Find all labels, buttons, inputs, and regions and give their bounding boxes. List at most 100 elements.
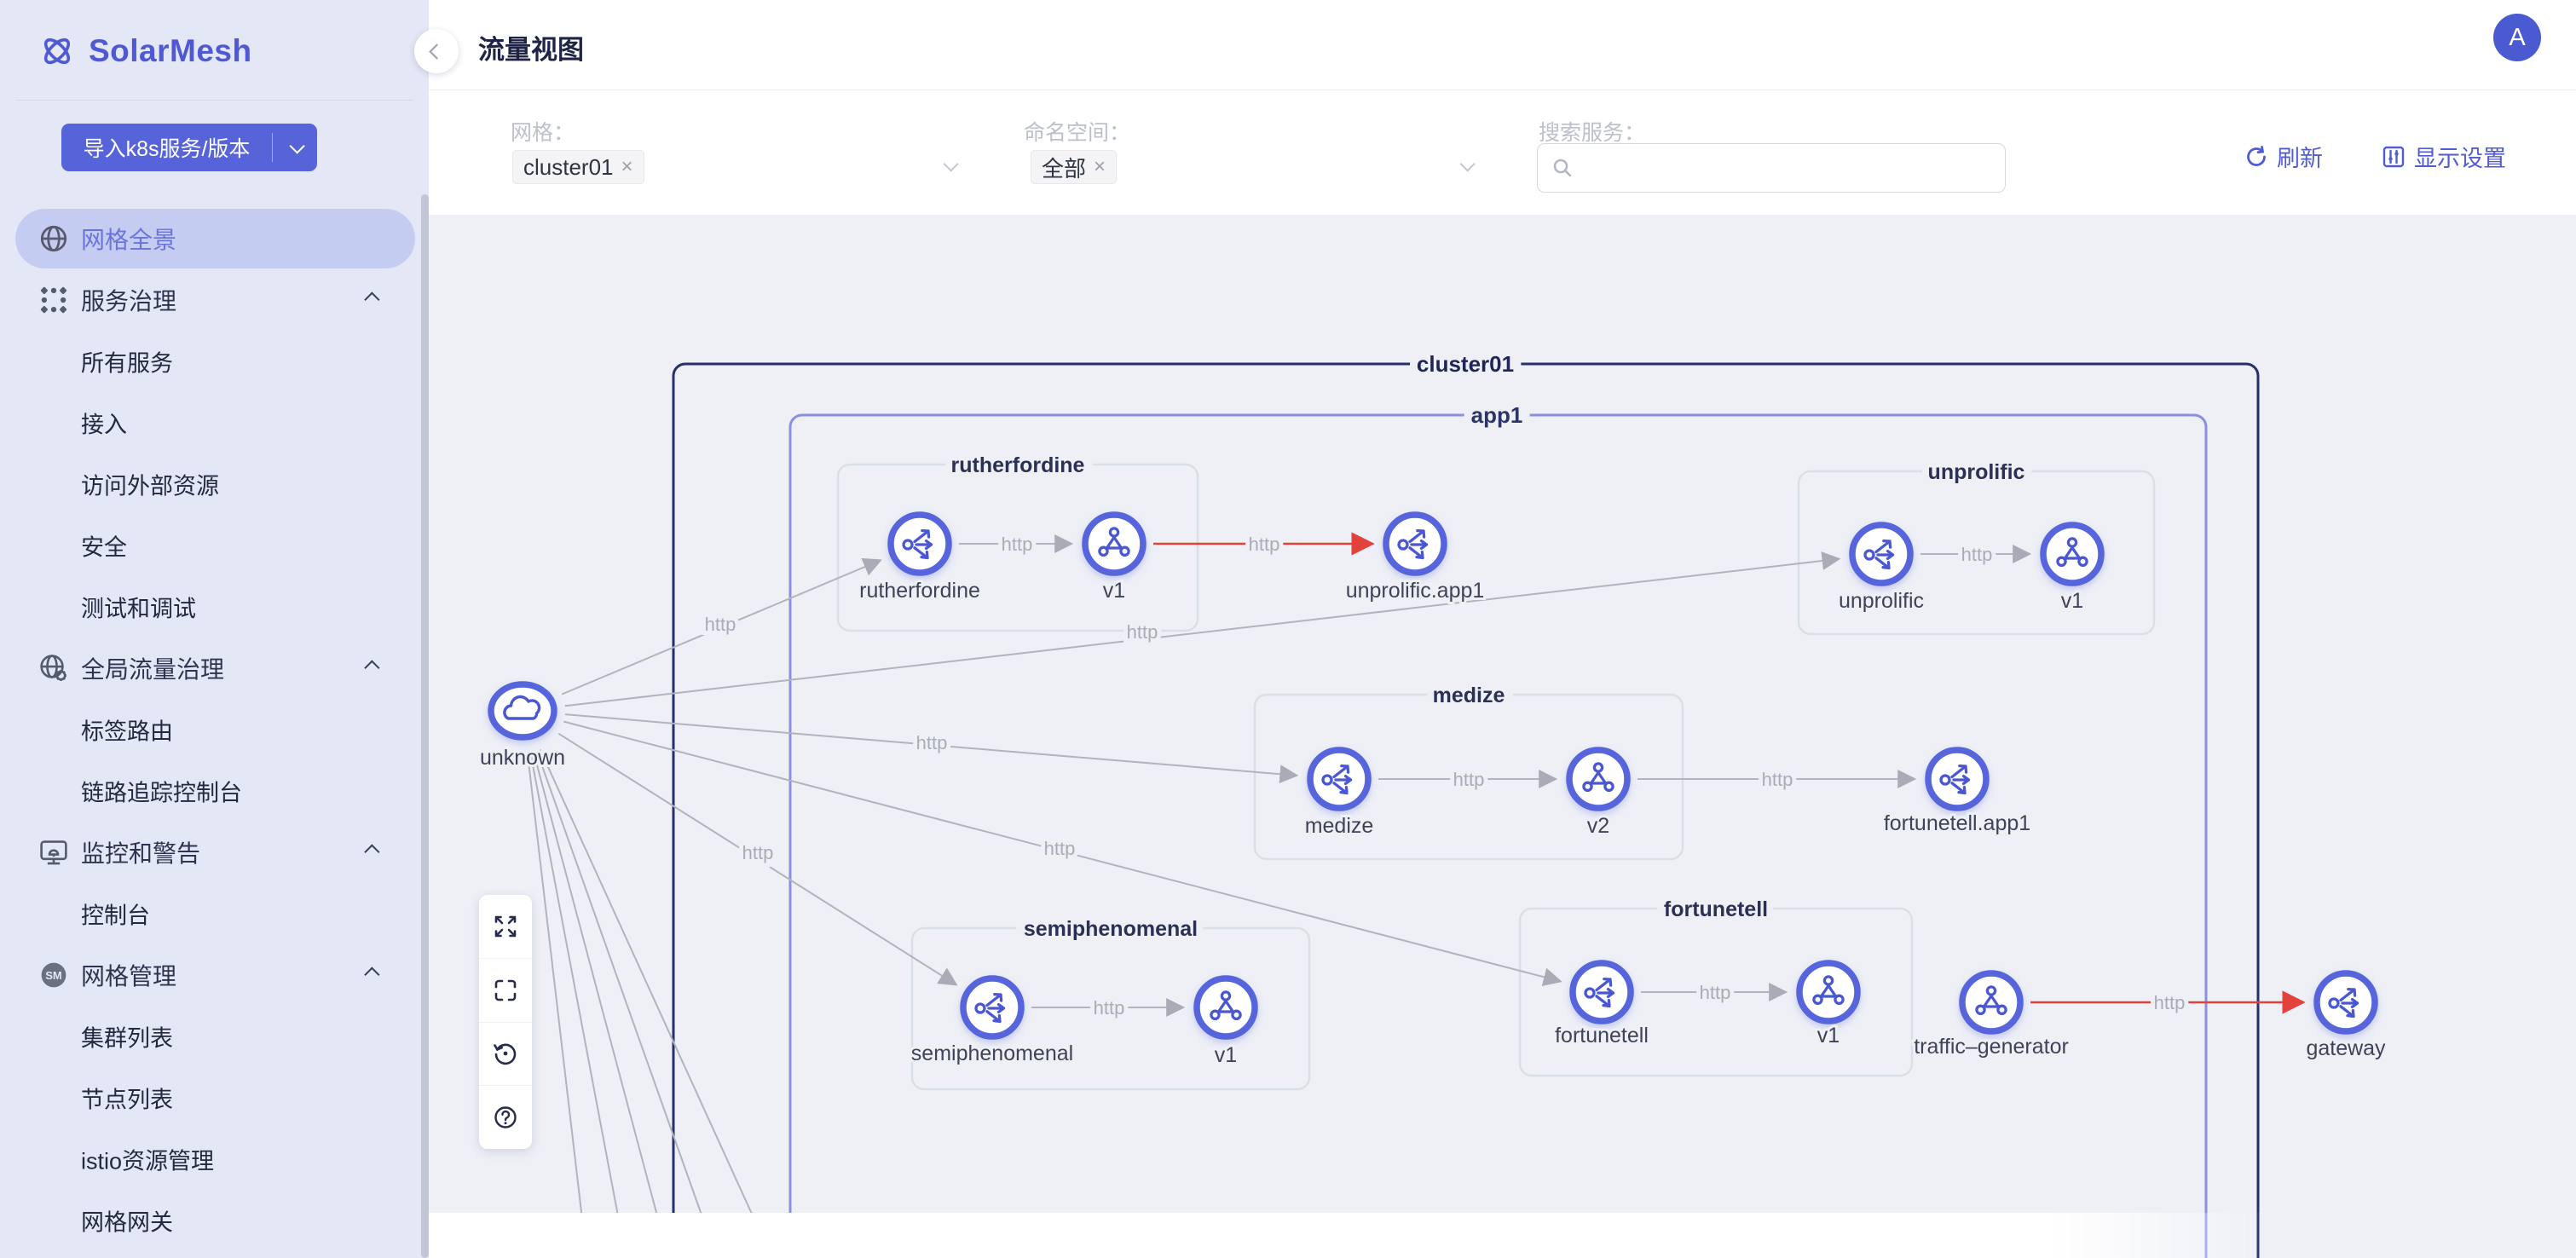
- edge-protocol-label: http: [1762, 769, 1793, 790]
- graph-node-unprolific-app1[interactable]: [1386, 515, 1444, 573]
- graph-node-rutherfordine-svc[interactable]: [891, 515, 949, 573]
- graph-node-gateway[interactable]: [2317, 973, 2375, 1031]
- sidebar-item-全局流量治理[interactable]: 全局流量治理: [0, 638, 429, 699]
- sidebar-item-label: 集群列表: [81, 1020, 173, 1053]
- help-icon: [492, 1104, 519, 1131]
- namespace-select-chevron-icon[interactable]: [1460, 160, 1471, 176]
- expand-button[interactable]: [479, 895, 532, 958]
- graph-node-fortunetell-v1[interactable]: [1799, 963, 1857, 1021]
- sidebar-item-label: 安全: [81, 529, 127, 563]
- group-label-medize: medize: [1433, 684, 1505, 707]
- edge-protocol-label: http: [1700, 982, 1731, 1003]
- graph-edge[interactable]: [534, 752, 672, 1258]
- chevron-up-icon[interactable]: [368, 661, 379, 676]
- graph-node-fortunetell-svc[interactable]: [1573, 963, 1631, 1021]
- sidebar-item-label: 链路追踪控制台: [81, 775, 242, 808]
- graph-node-medize-svc[interactable]: [1310, 750, 1368, 808]
- edge-protocol-label: http: [2154, 992, 2186, 1013]
- mesh-filter-value: cluster01: [523, 154, 614, 181]
- edge-protocol-label: http: [1453, 769, 1485, 790]
- node-label-fortunetell-svc: fortunetell: [1555, 1024, 1649, 1047]
- graph-node-medize-v2[interactable]: [1569, 750, 1627, 808]
- node-label-medize-v2: v2: [1587, 814, 1609, 838]
- graph-node-unprolific-v1[interactable]: [2043, 525, 2101, 583]
- graph-node-unprolific-svc[interactable]: [1852, 525, 1910, 583]
- sidebar-item-label: 所有服务: [81, 345, 173, 378]
- sidebar-item-标签路由[interactable]: 标签路由: [0, 699, 429, 760]
- sidebar-item-链路追踪控制台[interactable]: 链路追踪控制台: [0, 760, 429, 822]
- sidebar-item-label: 测试和调试: [81, 591, 196, 624]
- traffic-graph[interactable]: httphttphttphttphttphttphttphttphttphttp…: [429, 215, 2576, 1258]
- help-button[interactable]: [479, 1085, 532, 1149]
- sidebar-item-网格全景[interactable]: 网格全景: [0, 208, 429, 269]
- avatar[interactable]: A: [2493, 14, 2541, 61]
- sidebar-item-label: 监控和警告: [81, 835, 200, 869]
- refresh-button[interactable]: 刷新: [2244, 140, 2323, 173]
- node-label-traffic-generator: traffic–generator: [1914, 1035, 2069, 1059]
- search-icon: [1551, 157, 1574, 179]
- mesh-select-chevron-icon[interactable]: [944, 160, 955, 176]
- node-label-semiphenomenal-v1: v1: [1215, 1043, 1237, 1067]
- canvas-bottom-bar: [429, 1213, 2270, 1258]
- sidebar-item-节点列表[interactable]: 节点列表: [0, 1067, 429, 1128]
- group-label-unprolific: unprolific: [1928, 460, 2025, 484]
- search-input[interactable]: [1582, 156, 2005, 181]
- edge-protocol-label: http: [1044, 838, 1076, 859]
- sidebar-item-集群列表[interactable]: 集群列表: [0, 1006, 429, 1067]
- graph-node-semiphenomenal-v1[interactable]: [1197, 978, 1255, 1036]
- remove-mesh-tag-icon[interactable]: ×: [621, 155, 633, 179]
- traffic-graph-canvas[interactable]: httphttphttphttphttphttphttphttphttphttp…: [429, 215, 2576, 1258]
- sidebar-item-label: 接入: [81, 407, 127, 440]
- graph-node-unknown[interactable]: [491, 684, 554, 737]
- graph-edge[interactable]: [530, 753, 628, 1258]
- monitor-bell-icon: [39, 838, 68, 867]
- group-label-fortunetell: fortunetell: [1664, 897, 1768, 921]
- sidebar-scrollbar[interactable]: [421, 194, 429, 1258]
- graph-edge-unknown-to-unprolific-svc[interactable]: [565, 559, 1840, 707]
- reset-view-button[interactable]: [479, 1022, 532, 1086]
- remove-namespace-tag-icon[interactable]: ×: [1094, 155, 1106, 179]
- node-label-medize-svc: medize: [1305, 814, 1374, 838]
- chevron-up-icon[interactable]: [368, 845, 379, 860]
- import-dropdown-button[interactable]: [273, 142, 317, 153]
- sidebar-item-访问外部资源[interactable]: 访问外部资源: [0, 453, 429, 515]
- chevron-up-icon[interactable]: [368, 292, 379, 308]
- node-label-gateway: gateway: [2306, 1036, 2386, 1060]
- graph-node-semiphenomenal-svc[interactable]: [963, 978, 1021, 1036]
- group-label-rutherfordine: rutherfordine: [951, 453, 1085, 477]
- sidebar-menu: 网格全景服务治理所有服务接入访问外部资源安全测试和调试全局流量治理标签路由链路追…: [0, 208, 429, 1251]
- sidebar-item-所有服务[interactable]: 所有服务: [0, 331, 429, 392]
- container-label-app1: app1: [1471, 402, 1523, 428]
- sidebar-item-安全[interactable]: 安全: [0, 515, 429, 576]
- import-k8s-button[interactable]: 导入k8s服务/版本: [61, 124, 317, 171]
- node-label-fortunetell-v1: v1: [1817, 1024, 1840, 1047]
- sidebar-item-控制台[interactable]: 控制台: [0, 883, 429, 944]
- sidebar-item-label: 标签路由: [81, 713, 173, 747]
- display-settings-button[interactable]: 显示设置: [2382, 140, 2506, 173]
- graph-node-rutherfordine-v1[interactable]: [1085, 515, 1143, 573]
- sidebar-collapse-button[interactable]: [414, 29, 459, 73]
- node-label-unknown: unknown: [480, 746, 565, 770]
- chevron-up-icon[interactable]: [368, 967, 379, 983]
- mesh-filter-tag[interactable]: cluster01 ×: [512, 150, 644, 184]
- sidebar-item-label: 网格全景: [81, 222, 176, 256]
- sidebar-item-网格网关[interactable]: 网格网关: [0, 1190, 429, 1251]
- sidebar-item-测试和调试[interactable]: 测试和调试: [0, 576, 429, 638]
- search-box[interactable]: [1537, 143, 2006, 193]
- fit-view-button[interactable]: [479, 958, 532, 1022]
- sidebar: SolarMesh 导入k8s服务/版本 网格全景服务治理所有服务接入访问外部资…: [0, 0, 429, 1258]
- graph-edge[interactable]: [537, 751, 721, 1258]
- sidebar-item-网格管理[interactable]: SM网格管理: [0, 944, 429, 1006]
- sidebar-item-监控和警告[interactable]: 监控和警告: [0, 822, 429, 883]
- graph-node-fortunetell-app1[interactable]: [1928, 750, 1986, 808]
- sidebar-item-服务治理[interactable]: 服务治理: [0, 269, 429, 331]
- graph-node-traffic-generator[interactable]: [1962, 973, 2020, 1031]
- filter-bar: 网格： cluster01 × 命名空间： 全部 × 搜索服务： 刷新 显示设置: [429, 89, 2576, 215]
- namespace-filter-tag[interactable]: 全部 ×: [1031, 150, 1117, 184]
- sidebar-item-istio资源管理[interactable]: istio资源管理: [0, 1128, 429, 1190]
- sidebar-item-接入[interactable]: 接入: [0, 392, 429, 453]
- page-title: 流量视图: [478, 28, 584, 66]
- graph-edge[interactable]: [540, 749, 777, 1258]
- edge-protocol-label: http: [742, 842, 774, 863]
- fit-view-icon: [493, 978, 518, 1003]
